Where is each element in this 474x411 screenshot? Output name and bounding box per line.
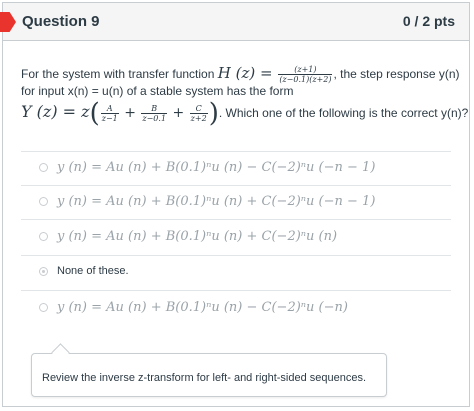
fraction-a: Az−1 <box>100 104 119 124</box>
fraction-b: Bz−0.1 <box>141 104 168 124</box>
answer-option-text: y (n) = Au (n) + B(0.1)ⁿu (n) + C(−2)ⁿu … <box>57 228 338 244</box>
question-text-part: For the system with transfer function <box>21 67 218 81</box>
transfer-function-numerator: (z+1) <box>278 65 333 76</box>
question-text-part: , the step response y(n) <box>333 67 460 81</box>
incorrect-flag-icon <box>0 12 16 32</box>
question-title: Question 9 <box>22 13 100 30</box>
radio-button[interactable] <box>39 231 48 241</box>
answer-option-text: None of these. <box>57 265 129 277</box>
question-text-part: . Which one of the following is the corr… <box>218 106 469 120</box>
divider <box>21 290 451 291</box>
divider <box>21 185 451 186</box>
feedback-text: Review the inverse z-transform for left-… <box>42 372 367 384</box>
fraction-c: Cz+2 <box>189 104 208 124</box>
fraction-c-den: z+2 <box>190 114 207 124</box>
answer-option[interactable]: y (n) = Au (n) + B(0.1)ⁿu (n) − C(−2)ⁿu … <box>39 296 348 318</box>
question-header: Question 9 0 / 2 pts <box>0 3 469 41</box>
divider <box>21 151 451 152</box>
answer-option[interactable]: y (n) = Au (n) + B(0.1)ⁿu (n) − C(−2)ⁿu … <box>39 156 376 178</box>
answer-option[interactable]: y (n) = Au (n) + B(0.1)ⁿu (n) + C(−2)ⁿu … <box>39 190 376 212</box>
transfer-function-fraction: (z+1) (z−0.1)(z+2) <box>278 65 333 84</box>
answer-option-text: y (n) = Au (n) + B(0.1)ⁿu (n) − C(−2)ⁿu … <box>57 299 348 315</box>
question-card: Question 9 0 / 2 pts For the system with… <box>0 2 470 407</box>
radio-button[interactable] <box>39 196 48 206</box>
output-expression-label: Y (z) = z <box>21 102 90 121</box>
question-text-line: for input x(n) = u(n) of a stable system… <box>21 84 294 98</box>
transfer-function-label: H (z) = <box>217 64 278 82</box>
fraction-a-num: A <box>100 104 119 115</box>
question-points: 0 / 2 pts <box>402 13 455 29</box>
divider <box>21 255 451 256</box>
feedback-box: Review the inverse z-transform for left-… <box>31 353 387 397</box>
radio-button-selected[interactable] <box>39 266 48 276</box>
radio-button[interactable] <box>39 162 48 172</box>
answer-option[interactable]: y (n) = Au (n) + B(0.1)ⁿu (n) + C(−2)ⁿu … <box>39 225 338 247</box>
answer-option-selected[interactable]: None of these. <box>39 260 129 282</box>
fraction-b-den: z−0.1 <box>142 114 167 124</box>
radio-button[interactable] <box>39 302 48 312</box>
answer-option-text: y (n) = Au (n) + B(0.1)ⁿu (n) − C(−2)ⁿu … <box>57 159 376 175</box>
fraction-b-num: B <box>141 104 168 115</box>
answer-option-text: y (n) = Au (n) + B(0.1)ⁿu (n) + C(−2)ⁿu … <box>57 193 376 209</box>
fraction-a-den: z−1 <box>101 114 118 124</box>
fraction-c-num: C <box>189 104 208 115</box>
divider <box>21 219 451 220</box>
